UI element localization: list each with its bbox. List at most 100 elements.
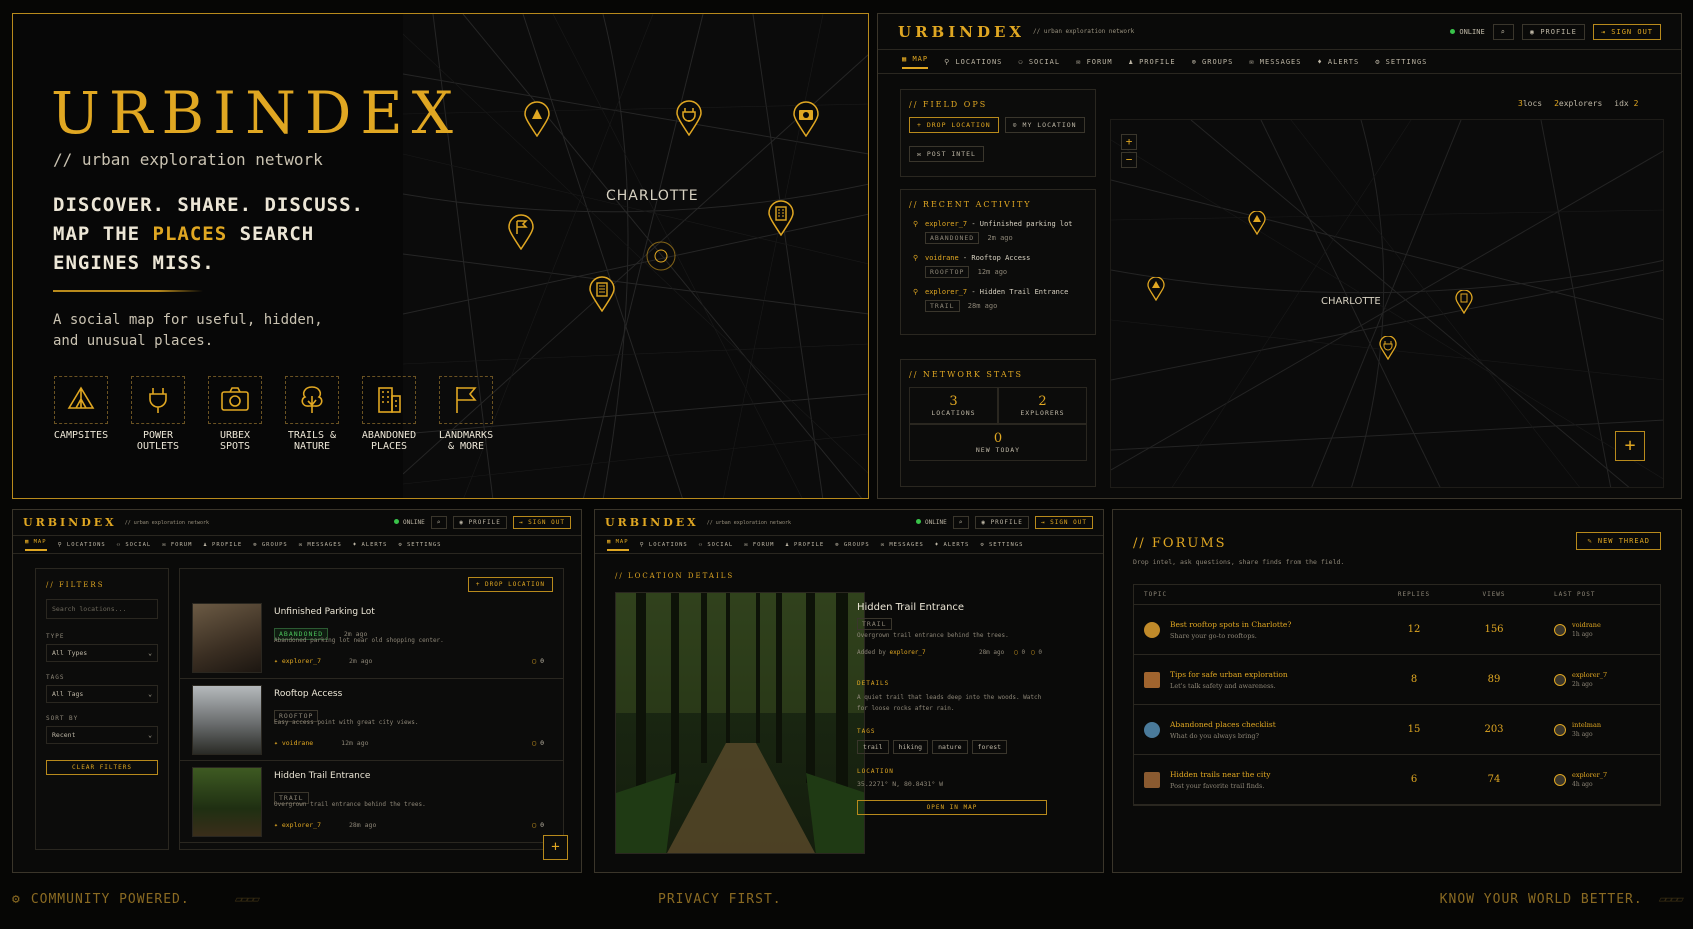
post-intel-button[interactable]: ✉ POST INTEL (909, 146, 984, 162)
detail-user-link[interactable]: explorer_7 (890, 649, 926, 656)
nav-social[interactable]: ⚇ SOCIAL (117, 542, 152, 548)
open-in-map-button[interactable]: OPEN IN MAP (857, 800, 1047, 815)
camera-pin-icon[interactable] (792, 101, 820, 137)
nav-alerts[interactable]: ♦ ALERTS (353, 542, 388, 548)
type-select[interactable]: All Types ⌄ (46, 644, 158, 662)
sign-out-button[interactable]: ⇥ SIGN OUT (1592, 23, 1661, 40)
last-post-user[interactable]: explorer_7 (1572, 671, 1607, 679)
detail-search-button[interactable]: ⌕ (952, 516, 970, 529)
last-post-user[interactable]: intelman (1572, 721, 1601, 729)
location-comments[interactable]: ▢ 0 (532, 739, 544, 747)
detail-likes[interactable]: ▢ 0 (1031, 649, 1042, 656)
drop-location-button[interactable]: + DROP LOCATION (909, 117, 999, 133)
last-post-user[interactable]: voidrane (1572, 621, 1601, 629)
activity-item[interactable]: ⚲ explorer_7 - Unfinished parking lot AB… (901, 215, 1095, 249)
category-item[interactable]: LANDMARKS & MORE (438, 376, 494, 452)
nav-groups[interactable]: ⊚ GROUPS (253, 542, 288, 548)
location-title[interactable]: Hidden Trail Entrance (274, 771, 370, 781)
nav-social[interactable]: ⚇ SOCIAL (1018, 58, 1060, 66)
location-title[interactable]: Rooftop Access (274, 689, 342, 699)
nav-groups[interactable]: ⊚ GROUPS (835, 542, 870, 548)
activity-user[interactable]: explorer_7 (925, 220, 967, 228)
nav-messages[interactable]: ✉ MESSAGES (881, 542, 924, 548)
thread-title[interactable]: Hidden trails near the city (1170, 770, 1374, 779)
search-locations-input[interactable]: Search locations... (46, 599, 158, 619)
location-user[interactable]: explorer_7 (282, 821, 321, 829)
thread-title[interactable]: Abandoned places checklist (1170, 720, 1374, 729)
nav-settings[interactable]: ⚙ SETTINGS (980, 542, 1023, 548)
activity-user[interactable]: explorer_7 (925, 288, 967, 296)
category-item[interactable]: URBEX SPOTS (207, 376, 263, 452)
location-comments[interactable]: ▢ 0 (532, 821, 544, 829)
new-thread-button[interactable]: ✎ NEW THREAD (1576, 532, 1661, 550)
thread-title[interactable]: Best rooftop spots in Charlotte? (1170, 620, 1374, 629)
map-pin-building-icon[interactable] (1455, 290, 1473, 314)
flag-pin-icon[interactable] (507, 214, 535, 250)
detail-tag-chip[interactable]: forest (971, 740, 1008, 754)
nav-map[interactable]: ▦ MAP (902, 55, 929, 69)
detail-sign-out-button[interactable]: ⇥ SIGN OUT (1034, 516, 1093, 529)
activity-user[interactable]: voidrane (925, 254, 959, 262)
list-drop-location-button[interactable]: + DROP LOCATION (467, 577, 553, 592)
col-replies[interactable]: REPLIES (1374, 591, 1454, 598)
detail-tag-chip[interactable]: nature (932, 740, 968, 754)
plug-pin-icon[interactable] (675, 100, 703, 136)
nav-messages[interactable]: ✉ MESSAGES (1249, 58, 1301, 66)
nav-profile[interactable]: ♟ PROFILE (203, 542, 242, 548)
location-comments[interactable]: ▢ 0 (532, 657, 544, 665)
tags-select[interactable]: All Tags ⌄ (46, 685, 158, 703)
location-title[interactable]: Unfinished Parking Lot (274, 607, 375, 617)
list-profile-button[interactable]: ◉ PROFILE (453, 516, 507, 529)
my-location-button[interactable]: ⊙ MY LOCATION (1004, 117, 1085, 133)
category-item[interactable]: ABANDONED PLACES (361, 376, 417, 452)
list-add-button[interactable]: + (543, 835, 568, 860)
nav-profile[interactable]: ♟ PROFILE (785, 542, 824, 548)
nav-forum[interactable]: ✉ FORUM (1076, 58, 1113, 66)
abandoned-pin-icon[interactable] (588, 276, 616, 312)
nav-settings[interactable]: ⚙ SETTINGS (1375, 58, 1427, 66)
nav-map[interactable]: ▦ MAP (607, 539, 629, 551)
nav-settings[interactable]: ⚙ SETTINGS (398, 542, 441, 548)
detail-comments[interactable]: ▢ 0 (1014, 649, 1025, 656)
list-search-button[interactable]: ⌕ (430, 516, 448, 529)
location-list-item[interactable]: Unfinished Parking Lot ABANDONED 2m ago … (180, 597, 563, 679)
map-pin-plug-icon[interactable] (1379, 336, 1397, 360)
building-pin-icon[interactable] (767, 200, 795, 236)
main-map[interactable] (1110, 119, 1664, 488)
thread-title[interactable]: Tips for safe urban exploration (1170, 670, 1374, 679)
activity-item[interactable]: ⚲ voidrane - Rooftop Access ROOFTOP 12m … (901, 249, 1095, 283)
nav-locations[interactable]: ⚲ LOCATIONS (640, 542, 688, 548)
profile-button[interactable]: ◉ PROFILE (1521, 23, 1585, 40)
map-pin-camp-icon[interactable] (1147, 277, 1165, 301)
nav-locations[interactable]: ⚲ LOCATIONS (944, 58, 1002, 66)
last-post-user[interactable]: explorer_7 (1572, 771, 1607, 779)
nav-forum[interactable]: ✉ FORUM (744, 542, 774, 548)
nav-alerts[interactable]: ♦ ALERTS (1317, 58, 1359, 66)
list-sign-out-button[interactable]: ⇥ SIGN OUT (512, 516, 571, 529)
list-logo[interactable]: URBINDEX (23, 516, 117, 529)
nav-alerts[interactable]: ♦ ALERTS (935, 542, 970, 548)
col-last-post[interactable]: LAST POST (1534, 591, 1596, 598)
category-item[interactable]: POWER OUTLETS (130, 376, 186, 452)
search-button[interactable]: ⌕ (1492, 23, 1514, 40)
nav-locations[interactable]: ⚲ LOCATIONS (58, 542, 106, 548)
nav-map[interactable]: ▦ MAP (25, 539, 47, 551)
location-list-item[interactable]: Rooftop Access ROOFTOP Easy access point… (180, 679, 563, 761)
nav-groups[interactable]: ⊚ GROUPS (1192, 58, 1234, 66)
nav-profile[interactable]: ♟ PROFILE (1129, 58, 1176, 66)
col-views[interactable]: VIEWS (1454, 591, 1534, 598)
category-item[interactable]: TRAILS & NATURE (284, 376, 340, 452)
category-item[interactable]: CAMPSITES (53, 376, 109, 452)
forum-row[interactable]: Tips for safe urban exploration Let's tal… (1134, 655, 1660, 705)
col-topic[interactable]: TOPIC (1144, 591, 1374, 598)
nav-messages[interactable]: ✉ MESSAGES (299, 542, 342, 548)
location-list-item[interactable]: Hidden Trail Entrance TRAIL Overgrown tr… (180, 761, 563, 843)
detail-tag-chip[interactable]: trail (857, 740, 889, 754)
app-logo[interactable]: URBINDEX (898, 23, 1025, 41)
detail-profile-button[interactable]: ◉ PROFILE (975, 516, 1029, 529)
forum-row[interactable]: Hidden trails near the city Post your fav… (1134, 755, 1660, 805)
map-pin-tent-icon[interactable] (1248, 211, 1266, 235)
sort-select[interactable]: Recent ⌄ (46, 726, 158, 744)
zoom-in-button[interactable]: + (1121, 134, 1137, 150)
location-user[interactable]: explorer_7 (282, 657, 321, 665)
